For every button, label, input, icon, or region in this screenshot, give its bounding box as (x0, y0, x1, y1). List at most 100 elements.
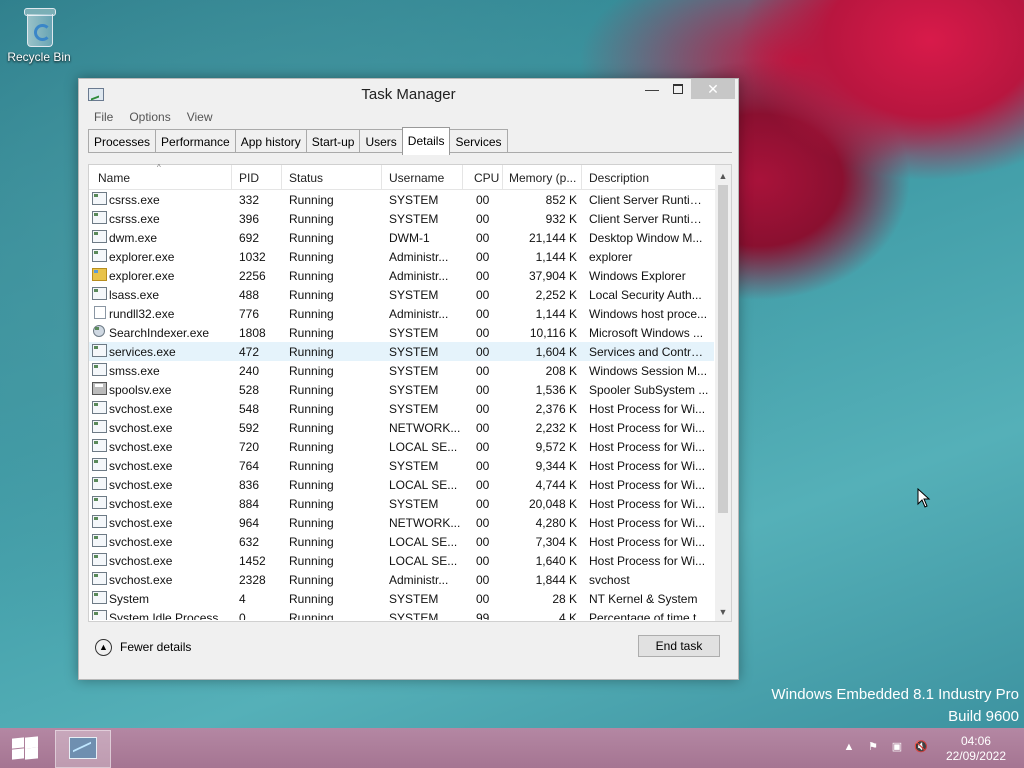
cell-pid: 1452 (239, 554, 266, 568)
cell-memory: 9,572 K (535, 440, 577, 454)
table-row[interactable]: System Idle Process 0 Running SYSTEM 99 4 K Pe… (89, 608, 714, 620)
table-row[interactable]: svchost.exe 1452 Running LOCAL SE... 00 1,640… (89, 551, 714, 570)
column-header-pid[interactable]: PID (239, 171, 259, 185)
column-header-username[interactable]: Username (389, 171, 444, 185)
details-panel: Name ^ PID Status Username CPU Memory (p… (88, 163, 732, 622)
title-bar[interactable]: Task Manager — ✕ (79, 79, 738, 109)
table-row[interactable]: csrss.exe 396 Running SYSTEM 00 932 K Client S… (89, 209, 714, 228)
menu-file[interactable]: File (87, 109, 121, 129)
cell-description: Client Server Runtim... (589, 212, 709, 226)
table-row[interactable]: System 4 Running SYSTEM 00 28 K NT Kernel & Sy… (89, 589, 714, 608)
table-row[interactable]: services.exe 472 Running SYSTEM 00 1,604 K Ser… (89, 342, 714, 361)
table-row[interactable]: spoolsv.exe 528 Running SYSTEM 00 1,536 K Spoo… (89, 380, 714, 399)
tab-users[interactable]: Users (359, 129, 403, 153)
scroll-up-arrow-icon[interactable]: ▲ (715, 169, 731, 183)
table-row[interactable]: svchost.exe 632 Running LOCAL SE... 00 7,304 … (89, 532, 714, 551)
column-header-status[interactable]: Status (289, 171, 323, 185)
menu-view[interactable]: View (179, 109, 221, 129)
cell-username: SYSTEM (389, 592, 439, 606)
scroll-down-arrow-icon[interactable]: ▼ (715, 605, 731, 619)
process-icon (92, 553, 107, 566)
table-row[interactable]: explorer.exe 2256 Running Administr... 00 37,… (89, 266, 714, 285)
document-icon (94, 306, 106, 319)
table-row[interactable]: svchost.exe 836 Running LOCAL SE... 00 4,744 … (89, 475, 714, 494)
cell-status: Running (289, 231, 334, 245)
table-row[interactable]: svchost.exe 592 Running NETWORK... 00 2,232 K… (89, 418, 714, 437)
recycle-bin-shortcut[interactable]: Recycle Bin (4, 6, 74, 64)
close-button[interactable]: ✕ (691, 79, 735, 99)
cell-pid: 884 (239, 497, 260, 511)
tab-processes[interactable]: Processes (88, 129, 157, 153)
table-row[interactable]: svchost.exe 964 Running NETWORK... 00 4,280 K… (89, 513, 714, 532)
tab-services[interactable]: Services (449, 129, 508, 153)
process-icon (92, 420, 107, 433)
table-row[interactable]: svchost.exe 2328 Running Administr... 00 1,84… (89, 570, 714, 589)
show-hidden-icons-arrow-icon[interactable]: ▲ (842, 740, 856, 754)
table-row[interactable]: svchost.exe 884 Running SYSTEM 00 20,048 K Hos… (89, 494, 714, 513)
tab-performance[interactable]: Performance (155, 129, 236, 153)
cell-name: services.exe (109, 345, 176, 359)
table-row[interactable]: svchost.exe 720 Running LOCAL SE... 00 9,572 … (89, 437, 714, 456)
taskbar-task-manager-button[interactable] (55, 730, 111, 768)
cell-description: Host Process for Wi... (589, 459, 706, 473)
cell-username: Administr... (389, 573, 449, 587)
cell-username: SYSTEM (389, 364, 439, 378)
taskbar: ▲ ⚑ ▣ 🔇 04:06 22/09/2022 (0, 728, 1024, 768)
clock[interactable]: 04:06 22/09/2022 (946, 734, 1006, 764)
table-row[interactable]: smss.exe 240 Running SYSTEM 00 208 K Windows S… (89, 361, 714, 380)
process-list: csrss.exe 332 Running SYSTEM 00 852 K Client S… (89, 190, 714, 620)
cell-pid: 1808 (239, 326, 266, 340)
maximize-icon (673, 84, 683, 94)
menu-options[interactable]: Options (121, 109, 178, 129)
cell-pid: 2256 (239, 269, 266, 283)
cell-memory: 1,144 K (535, 250, 577, 264)
cell-description: Services and Control... (589, 345, 709, 359)
table-row[interactable]: explorer.exe 1032 Running Administr... 00 1,1… (89, 247, 714, 266)
cell-name: svchost.exe (109, 573, 173, 587)
table-row[interactable]: SearchIndexer.exe 1808 Running SYSTEM 00 10,1… (89, 323, 714, 342)
cell-status: Running (289, 326, 334, 340)
task-manager-icon (69, 737, 97, 759)
process-icon (92, 458, 107, 471)
cell-username: LOCAL SE... (389, 440, 458, 454)
table-row[interactable]: rundll32.exe 776 Running Administr... 00 1,14… (89, 304, 714, 323)
start-button[interactable] (10, 736, 38, 760)
maximize-button[interactable] (665, 79, 691, 99)
cell-memory: 2,252 K (535, 288, 577, 302)
table-row[interactable]: svchost.exe 548 Running SYSTEM 00 2,376 K Host… (89, 399, 714, 418)
cell-pid: 720 (239, 440, 260, 454)
cell-description: Windows host proce... (589, 307, 708, 321)
column-header-name[interactable]: Name (98, 171, 130, 185)
tab-startup[interactable]: Start-up (305, 129, 361, 153)
table-row[interactable]: lsass.exe 488 Running SYSTEM 00 2,252 K Local … (89, 285, 714, 304)
column-header-description[interactable]: Description (589, 171, 649, 185)
vertical-scrollbar[interactable]: ▲ ▼ (715, 165, 731, 621)
cell-username: Administr... (389, 250, 449, 264)
process-icon (92, 496, 107, 509)
process-icon (92, 610, 107, 620)
cell-cpu: 00 (476, 573, 490, 587)
fewer-details-toggle[interactable]: ▲ Fewer details (95, 637, 191, 657)
process-icon (92, 401, 107, 414)
tab-app-history[interactable]: App history (234, 129, 307, 153)
column-header-memory[interactable]: Memory (p... (509, 171, 576, 185)
end-task-button[interactable]: End task (638, 635, 720, 657)
table-row[interactable]: svchost.exe 764 Running SYSTEM 00 9,344 K Host… (89, 456, 714, 475)
cell-memory: 20,048 K (528, 497, 577, 511)
table-row[interactable]: dwm.exe 692 Running DWM-1 00 21,144 K Desktop … (89, 228, 714, 247)
table-row[interactable]: csrss.exe 332 Running SYSTEM 00 852 K Client S… (89, 190, 714, 209)
cell-memory: 852 K (545, 193, 577, 207)
scrollbar-thumb[interactable] (718, 185, 728, 513)
cell-status: Running (289, 212, 334, 226)
cell-username: SYSTEM (389, 611, 439, 620)
cell-username: Administr... (389, 307, 449, 321)
tab-details[interactable]: Details (401, 127, 451, 155)
action-center-flag-icon[interactable]: ⚑ (866, 740, 880, 754)
cell-username: NETWORK... (389, 421, 461, 435)
network-icon[interactable]: ▣ (890, 740, 904, 754)
column-header-cpu[interactable]: CPU (474, 171, 499, 185)
cell-status: Running (289, 364, 334, 378)
volume-muted-icon[interactable]: 🔇 (914, 740, 928, 754)
minimize-button[interactable]: — (639, 79, 665, 99)
process-icon (92, 515, 107, 528)
